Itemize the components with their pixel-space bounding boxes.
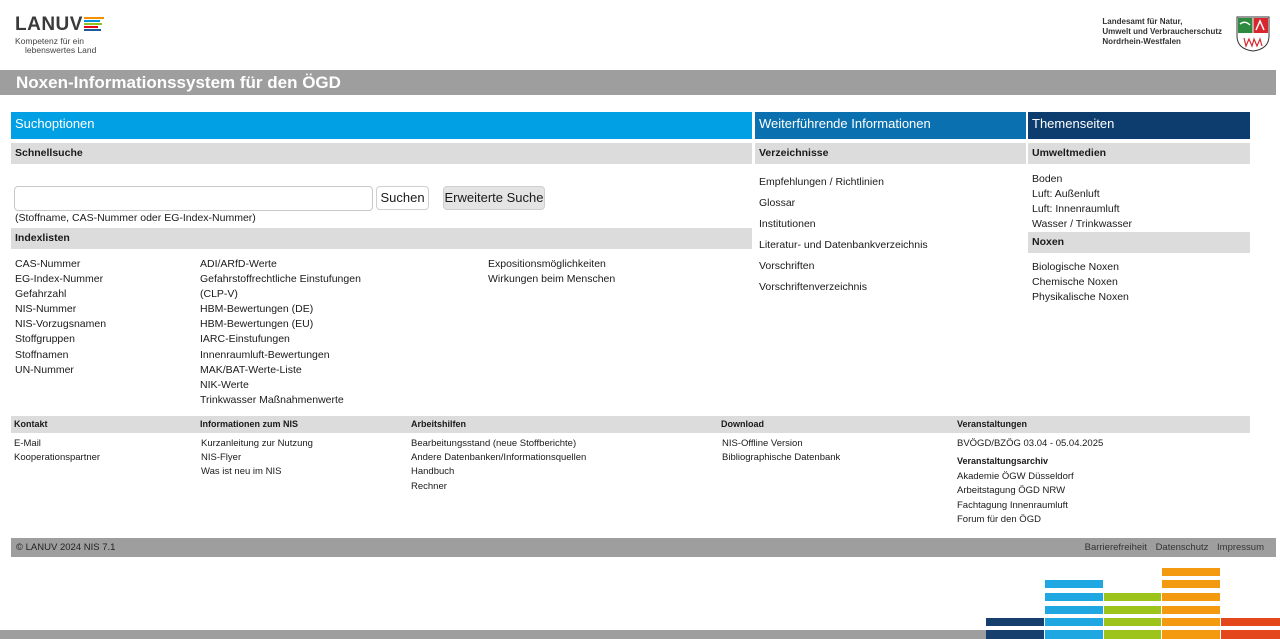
- email-link[interactable]: E-Mail: [14, 437, 100, 451]
- index-link[interactable]: Expositionsmöglichkeiten: [488, 257, 615, 272]
- search-button[interactable]: Suchen: [376, 186, 429, 210]
- theme-link[interactable]: Wasser / Trinkwasser: [1032, 217, 1132, 232]
- footer-tools-list: Bearbeitungsstand (neue Stoffberichte) A…: [411, 437, 586, 494]
- logo-tagline: Kompetenz für ein lebenswertes Land: [15, 36, 97, 55]
- footer-heading-tools: Arbeitshilfen: [411, 419, 467, 429]
- index-link[interactable]: IARC-Einstufungen: [200, 332, 361, 347]
- directory-link[interactable]: Vorschriftenverzeichnis: [759, 277, 928, 298]
- index-link[interactable]: HBM-Bewertungen (EU): [200, 317, 361, 332]
- bottom-grey-line: [0, 630, 986, 639]
- archive-link[interactable]: Fachtagung Innenraumluft: [957, 499, 1103, 513]
- footer-nis-info-list: Kurzanleitung zur Nutzung NIS-Flyer Was …: [201, 437, 313, 480]
- footer-download-list: NIS-Offline Version Bibliographische Dat…: [722, 437, 840, 465]
- directories-list: Empfehlungen / Richtlinien Glossar Insti…: [759, 172, 928, 298]
- theme-link[interactable]: Luft: Innenraumluft: [1032, 202, 1132, 217]
- accessibility-link[interactable]: Barrierefreiheit: [1085, 542, 1147, 553]
- indexlist-column-3: Expositionsmöglichkeiten Wirkungen beim …: [488, 257, 615, 287]
- imprint-link[interactable]: Impressum: [1217, 542, 1264, 553]
- directory-link[interactable]: Institutionen: [759, 214, 928, 235]
- footer-heading-bar: [11, 416, 1250, 433]
- archive-link[interactable]: Arbeitstagung ÖGD NRW: [957, 484, 1103, 498]
- page-title: Noxen-Informationssystem für den ÖGD: [16, 73, 341, 92]
- footer-link[interactable]: NIS-Offline Version: [722, 437, 840, 451]
- index-link[interactable]: CAS-Nummer: [15, 257, 106, 272]
- bottom-bar: © LANUV 2024 NIS 7.1 Barrierefreiheit Da…: [11, 538, 1276, 557]
- index-link[interactable]: Stoffnamen: [15, 348, 106, 363]
- footer-link[interactable]: Bibliographische Datenbank: [722, 451, 840, 465]
- event-link[interactable]: BVÖGD/BZÖG 03.04 - 05.04.2025: [957, 437, 1103, 451]
- page-title-bar: Noxen-Informationssystem für den ÖGD: [0, 70, 1276, 95]
- search-input[interactable]: [14, 186, 373, 211]
- event-archive-heading: Veranstaltungsarchiv: [957, 456, 1049, 467]
- index-link[interactable]: Trinkwasser Maßnahmenwerte: [200, 393, 361, 408]
- index-link[interactable]: Stoffgruppen: [15, 332, 106, 347]
- theme-link[interactable]: Boden: [1032, 172, 1132, 187]
- index-link[interactable]: Wirkungen beim Menschen: [488, 272, 615, 287]
- environmental-media-heading: Umweltmedien: [1028, 143, 1250, 164]
- indexlists-heading: Indexlisten: [11, 228, 752, 249]
- search-hint: (Stoffname, CAS-Nummer oder EG-Index-Num…: [15, 212, 256, 224]
- logo-bars-icon: [84, 17, 104, 32]
- quicksearch-heading: Schnellsuche: [11, 143, 752, 164]
- noxen-list: Biologische Noxen Chemische Noxen Physik…: [1032, 260, 1129, 305]
- legal-links: Barrierefreiheit Datenschutz Impressum: [1079, 538, 1264, 557]
- logo-word: LANUV: [15, 14, 83, 35]
- footer-link[interactable]: Handbuch: [411, 465, 586, 479]
- index-link[interactable]: MAK/BAT-Werte-Liste: [200, 363, 361, 378]
- index-link[interactable]: NIS-Vorzugsnamen: [15, 317, 106, 332]
- footer-link[interactable]: Kurzanleitung zur Nutzung: [201, 437, 313, 451]
- partners-link[interactable]: Kooperationspartner: [14, 451, 100, 465]
- theme-link[interactable]: Chemische Noxen: [1032, 275, 1129, 290]
- footer-link[interactable]: Rechner: [411, 480, 586, 494]
- theme-link[interactable]: Physikalische Noxen: [1032, 290, 1129, 305]
- footer-heading-download: Download: [721, 419, 764, 429]
- footer-heading-nis-info: Informationen zum NIS: [200, 419, 299, 429]
- archive-link[interactable]: Akademie ÖGW Düsseldorf: [957, 470, 1103, 484]
- footer-events-list: BVÖGD/BZÖG 03.04 - 05.04.2025 Veranstalt…: [957, 437, 1103, 527]
- index-link[interactable]: UN-Nummer: [15, 363, 106, 378]
- directories-heading: Verzeichnisse: [755, 143, 1026, 164]
- directory-link[interactable]: Literatur- und Datenbankverzeichnis: [759, 235, 928, 256]
- footer-link[interactable]: NIS-Flyer: [201, 451, 313, 465]
- column-header-themes: Themenseiten: [1028, 112, 1250, 139]
- indexlist-column-2: ADI/ARfD-Werte Gefahrstoffrechtliche Ein…: [200, 257, 361, 408]
- footer-kontakt-list: E-Mail Kooperationspartner: [14, 437, 100, 465]
- privacy-link[interactable]: Datenschutz: [1156, 542, 1209, 553]
- archive-link[interactable]: Forum für den ÖGD: [957, 513, 1103, 527]
- directory-link[interactable]: Vorschriften: [759, 256, 928, 277]
- index-link[interactable]: Innenraumluft-Bewertungen: [200, 348, 361, 363]
- theme-link[interactable]: Luft: Außenluft: [1032, 187, 1132, 202]
- index-link[interactable]: Gefahrstoffrechtliche Einstufungen: [200, 272, 361, 287]
- footer-heading-kontakt: Kontakt: [14, 419, 48, 429]
- nrw-crest-icon: [1236, 16, 1270, 52]
- index-link[interactable]: NIS-Nummer: [15, 302, 106, 317]
- column-header-info: Weiterführende Informationen: [755, 112, 1026, 139]
- footer-link[interactable]: Bearbeitungsstand (neue Stoffberichte): [411, 437, 586, 451]
- index-link[interactable]: ADI/ARfD-Werte: [200, 257, 361, 272]
- footer-link[interactable]: Andere Datenbanken/Informationsquellen: [411, 451, 586, 465]
- directory-link[interactable]: Empfehlungen / Richtlinien: [759, 172, 928, 193]
- indexlist-column-1: CAS-Nummer EG-Index-Nummer Gefahrzahl NI…: [15, 257, 106, 378]
- environmental-media-list: Boden Luft: Außenluft Luft: Innenraumluf…: [1032, 172, 1132, 232]
- index-link[interactable]: Gefahrzahl: [15, 287, 106, 302]
- footer-link[interactable]: Was ist neu im NIS: [201, 465, 313, 479]
- site-header: LANUV Kompetenz für ein lebenswertes Lan…: [0, 0, 1280, 70]
- index-link[interactable]: NIK-Werte: [200, 378, 361, 393]
- index-link[interactable]: (CLP-V): [200, 287, 361, 302]
- column-header-search: Suchoptionen: [11, 112, 752, 139]
- index-link[interactable]: EG-Index-Nummer: [15, 272, 106, 287]
- theme-link[interactable]: Biologische Noxen: [1032, 260, 1129, 275]
- footer-heading-events: Veranstaltungen: [957, 419, 1028, 429]
- lanuv-logo[interactable]: LANUV Kompetenz für ein lebenswertes Lan…: [15, 14, 104, 55]
- index-link[interactable]: HBM-Bewertungen (DE): [200, 302, 361, 317]
- agency-name: Landesamt für Natur, Umwelt und Verbrauc…: [1102, 17, 1222, 46]
- noxen-heading: Noxen: [1028, 232, 1250, 253]
- directory-link[interactable]: Glossar: [759, 193, 928, 214]
- copyright: © LANUV 2024 NIS 7.1: [16, 542, 116, 553]
- advanced-search-button[interactable]: Erweiterte Suche: [443, 186, 545, 210]
- decorative-color-bars: [986, 568, 1280, 639]
